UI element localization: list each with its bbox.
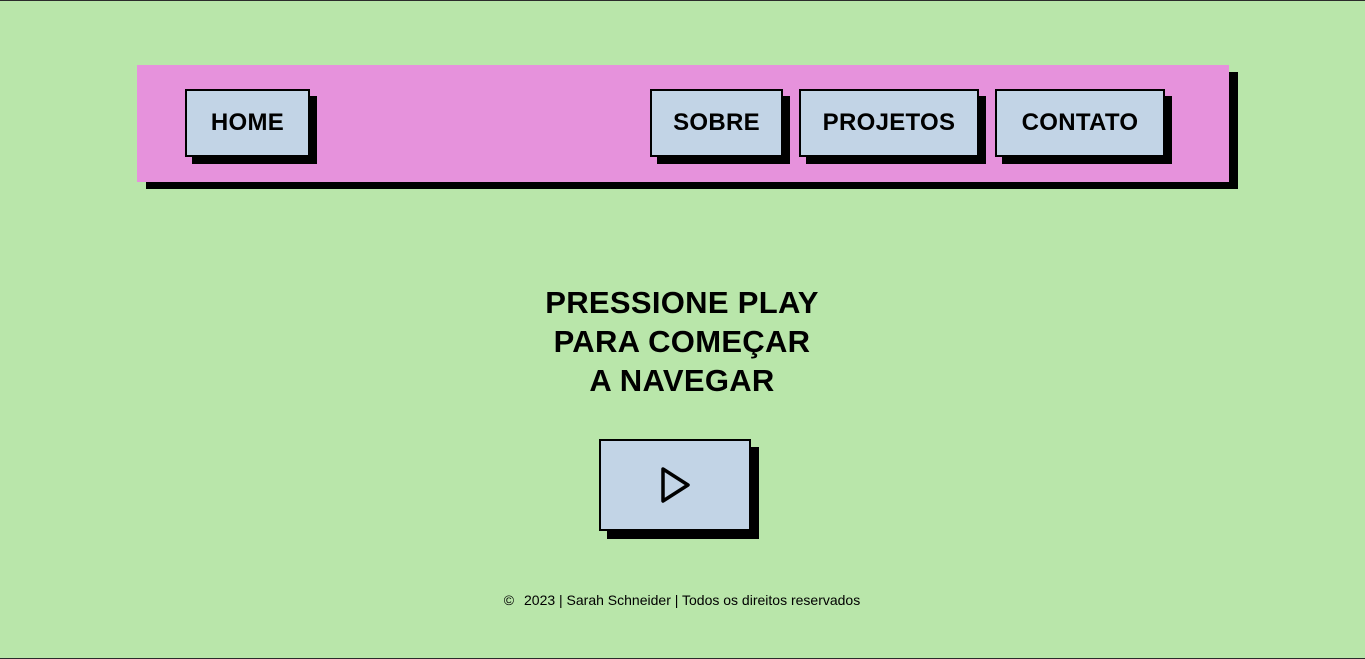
hero-line-2: PARA COMEÇAR [553,324,811,359]
nav-sobre-button[interactable]: SOBRE [650,89,783,157]
hero-line-3: A NAVEGAR [589,363,775,398]
hero-line-1: PRESSIONE PLAY [545,285,819,320]
footer-text: 2023 | Sarah Schneider | Todos os direit… [524,592,861,608]
navbar: HOME SOBRE PROJETOS CONTATO [137,65,1229,182]
play-button[interactable] [599,439,751,531]
footer: © 2023 | Sarah Schneider | Todos os dire… [432,591,932,609]
play-icon [658,466,692,504]
hero-headline: PRESSIONE PLAY PARA COMEÇAR A NAVEGAR [432,283,932,400]
top-border [0,0,1365,1]
nav-home-button[interactable]: HOME [185,89,310,157]
copyright-symbol: © [503,592,515,608]
nav-projetos-button[interactable]: PROJETOS [799,89,979,157]
nav-contato-button[interactable]: CONTATO [995,89,1165,157]
